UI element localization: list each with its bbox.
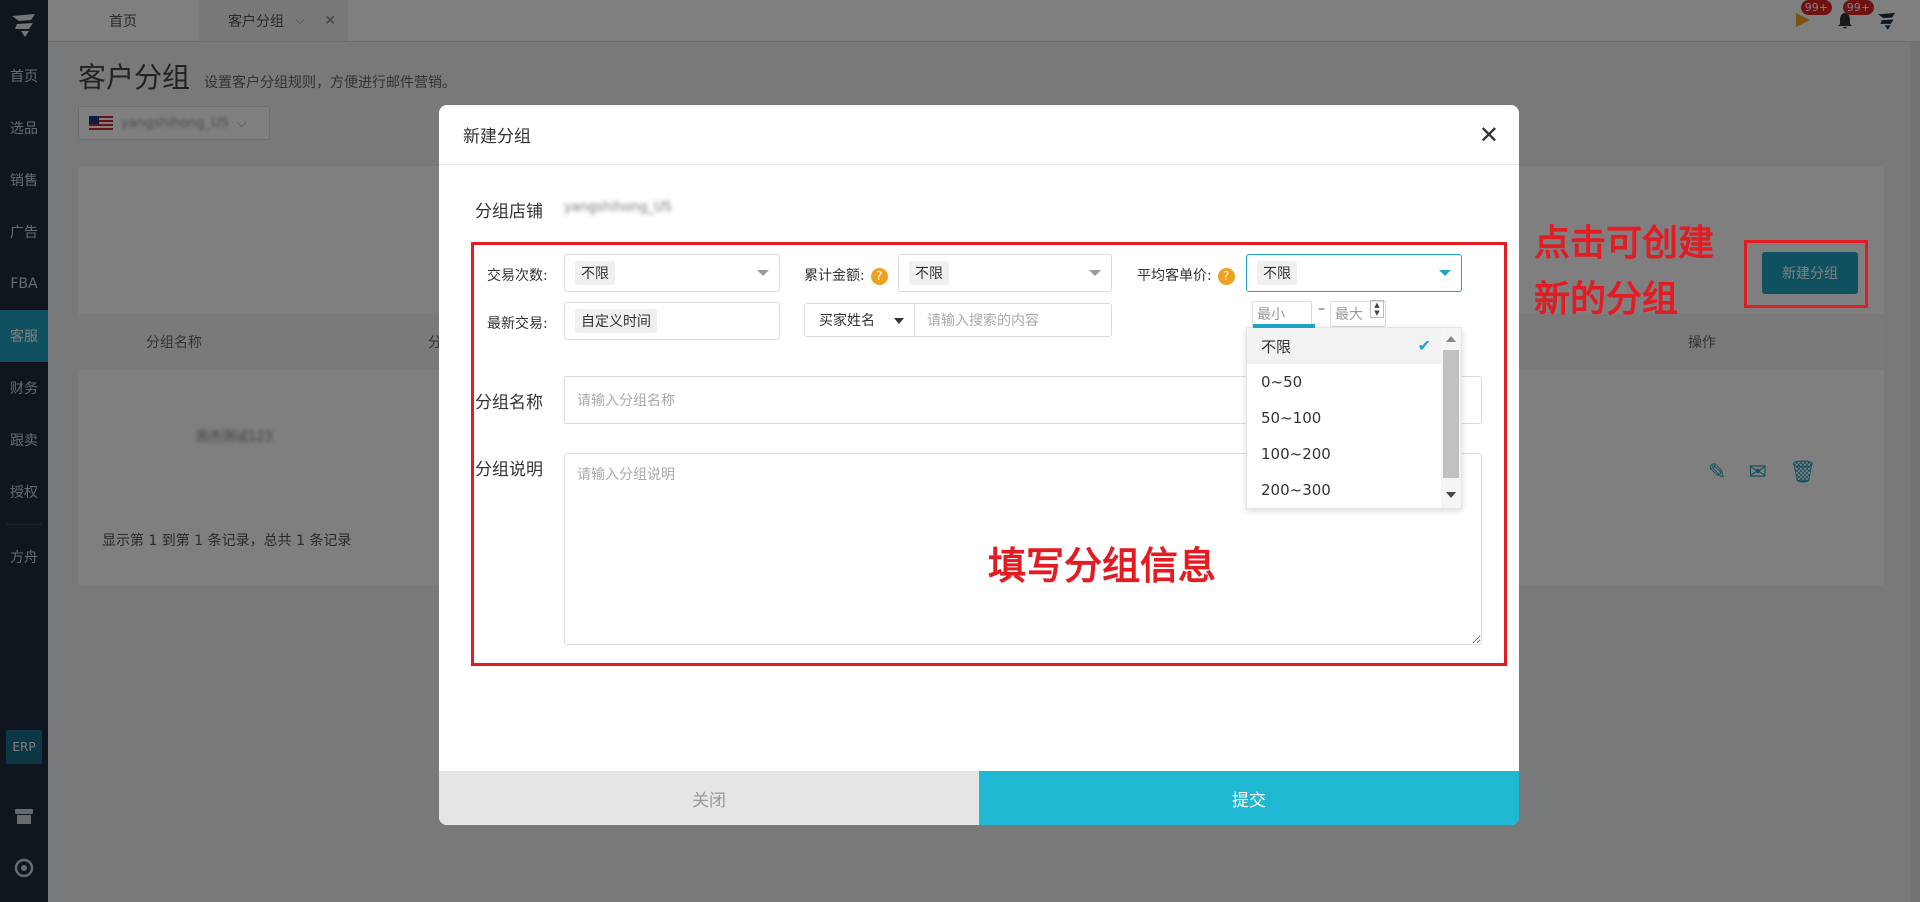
annotation-text-new-group: 点击可创建新的分组 [1534, 223, 1715, 320]
submit-button[interactable]: 提交 [979, 771, 1519, 825]
store-value: yangshihong_US [564, 200, 672, 215]
annotation-box-new-group [1744, 240, 1868, 308]
dialog-header: 新建分组 [439, 105, 1519, 165]
close-button[interactable]: 关闭 [439, 771, 979, 825]
close-icon[interactable]: ✕ [1479, 121, 1499, 149]
annotation-text-form: 填写分组信息 [988, 544, 1217, 588]
store-label: 分组店铺 [475, 202, 543, 222]
annotation-box-form [471, 242, 1507, 666]
new-group-dialog: 新建分组 ✕ 分组店铺 yangshihong_US 交易次数: 不限 累计金额… [439, 105, 1519, 825]
dialog-title: 新建分组 [463, 127, 531, 147]
dialog-footer: 关闭 提交 [439, 771, 1519, 825]
